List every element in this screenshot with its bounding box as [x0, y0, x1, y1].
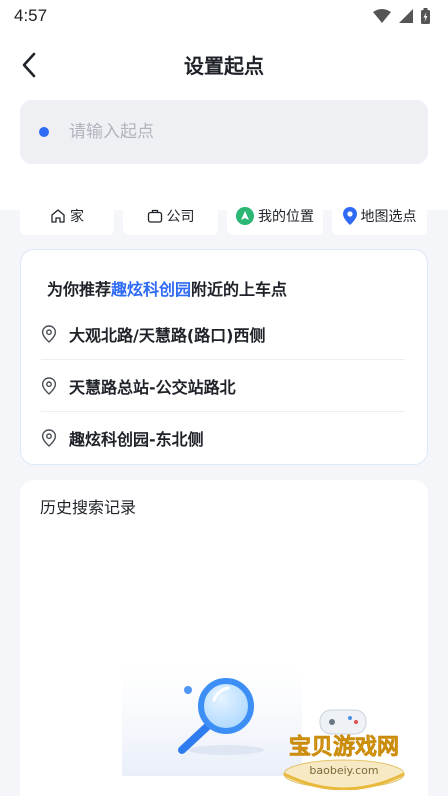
navigation-icon [236, 207, 254, 225]
quick-home-label: 家 [70, 209, 84, 225]
wifi-icon [373, 9, 391, 23]
svg-text:baobeiy.com: baobeiy.com [309, 764, 378, 777]
recommend-card: 为你推荐趣炫科创园附近的上车点 大观北路/天慧路(路口)西侧 天慧路总站-公交站… [20, 249, 428, 465]
home-icon [51, 209, 65, 223]
history-title: 历史搜索记录 [40, 498, 137, 517]
location-pin-icon [41, 429, 57, 447]
recommend-item-label: 大观北路/天慧路(路口)西侧 [69, 325, 266, 345]
quick-actions: 家 公司 我的位置 地图选点 [20, 197, 428, 235]
start-point-input[interactable] [69, 122, 369, 142]
recommend-title: 为你推荐趣炫科创园附近的上车点 [47, 276, 287, 300]
recommend-title-suffix: 附近的上车点 [191, 280, 288, 299]
status-time: 4:57 [14, 6, 48, 25]
start-point-dot [39, 127, 49, 137]
status-bar: 4:57 [0, 0, 448, 32]
page-title: 设置起点 [184, 54, 264, 78]
battery-icon [421, 8, 430, 24]
recommend-item[interactable]: 趣炫科创园-东北侧 [41, 412, 405, 464]
quick-home-button[interactable]: 家 [20, 197, 114, 235]
recommend-item-label: 天慧路总站-公交站路北 [69, 377, 236, 397]
search-box[interactable] [20, 100, 428, 164]
quick-map-pick-button[interactable]: 地图选点 [332, 197, 427, 235]
watermark-logo: 宝贝游戏网 baobeiy.com [283, 709, 405, 790]
status-icons [373, 8, 430, 24]
signal-icon [399, 9, 413, 23]
quick-company-button[interactable]: 公司 [123, 197, 218, 235]
recommend-item[interactable]: 天慧路总站-公交站路北 [41, 360, 405, 412]
recommend-title-prefix: 为你推荐 [47, 280, 112, 299]
recommend-item-label: 趣炫科创园-东北侧 [69, 430, 204, 449]
recommend-item[interactable]: 大观北路/天慧路(路口)西侧 [41, 308, 405, 360]
header: 设置起点 [0, 32, 448, 210]
map-pin-icon [342, 207, 357, 225]
recommend-title-place: 趣炫科创园 [111, 280, 192, 299]
svg-text:宝贝游戏网: 宝贝游戏网 [289, 734, 399, 760]
quick-company-label: 公司 [166, 209, 195, 225]
location-pin-icon [41, 324, 57, 343]
quick-my-location-label: 我的位置 [258, 209, 314, 225]
quick-map-pick-label: 地图选点 [360, 209, 417, 225]
location-pin-icon [41, 376, 57, 395]
quick-my-location-button[interactable]: 我的位置 [227, 197, 323, 235]
briefcase-icon [147, 209, 162, 223]
